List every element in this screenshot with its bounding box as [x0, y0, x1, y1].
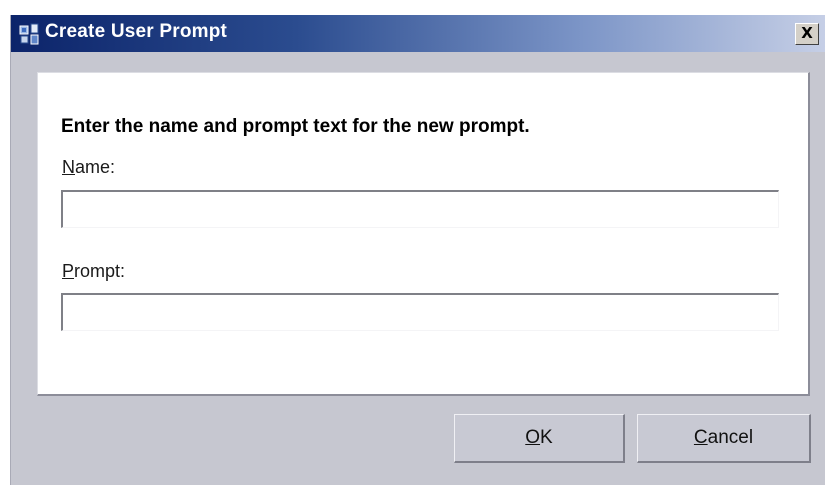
prompt-label-mnemonic: P	[62, 261, 75, 281]
form-panel: Enter the name and prompt text for the n…	[37, 72, 810, 396]
cancel-button-label: ancel	[707, 427, 754, 448]
ok-button-label: K	[540, 427, 553, 448]
name-field[interactable]	[61, 190, 779, 228]
create-user-prompt-dialog: Create User Prompt X Enter the name and …	[10, 15, 825, 485]
name-label-text: ame:	[75, 157, 116, 177]
cancel-button[interactable]: Cancel	[637, 414, 811, 463]
user-prompt-app-icon	[19, 23, 39, 45]
prompt-label: Prompt:	[62, 261, 125, 282]
name-label-mnemonic: N	[62, 157, 75, 177]
name-label: Name:	[62, 157, 115, 178]
title-bar[interactable]: Create User Prompt X	[11, 15, 825, 52]
close-button[interactable]: X	[795, 23, 819, 45]
ok-button[interactable]: OK	[454, 414, 625, 463]
ok-button-mnemonic: O	[525, 427, 541, 448]
close-icon: X	[801, 24, 813, 42]
cancel-button-mnemonic: C	[693, 427, 708, 448]
window-title: Create User Prompt	[45, 21, 228, 42]
prompt-label-text: rompt:	[74, 261, 126, 281]
instruction-text: Enter the name and prompt text for the n…	[61, 116, 530, 137]
prompt-field[interactable]	[61, 293, 779, 331]
